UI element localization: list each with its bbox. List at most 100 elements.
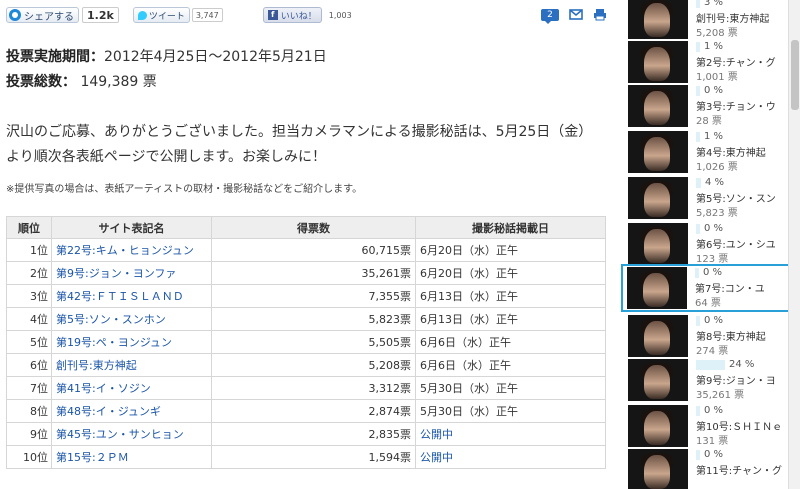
- cover-thumbnail[interactable]: [628, 0, 688, 39]
- sidebar-cover-item[interactable]: 1 % 第4号:東方神起 1,026 票: [624, 130, 800, 174]
- vote-percentage: 0 %: [696, 315, 723, 326]
- votes-cell: 2,874票: [211, 399, 416, 423]
- cover-title-link[interactable]: 第41号:イ・ソジン: [56, 382, 151, 395]
- date-cell: 6月13日（水）正午: [415, 307, 606, 331]
- title-cell: 創刊号:東方神起: [51, 353, 212, 377]
- cover-votes: 274 票: [696, 346, 729, 357]
- comment-count-badge[interactable]: 2: [541, 8, 559, 24]
- tweet-button[interactable]: ツイート: [132, 7, 190, 23]
- share-count: 1.2k: [82, 7, 119, 23]
- rank-cell: 7位: [6, 376, 52, 400]
- sidebar-cover-item[interactable]: 0 % 第10号:ＳＨＩＮｅ 131 票: [624, 404, 800, 448]
- title-cell: 第9号:ジョン・ヨンファ: [51, 261, 212, 285]
- table-row: 2位 第9号:ジョン・ヨンファ 35,261票 6月20日（水）正午: [6, 261, 606, 285]
- title-cell: 第15号:２ＰＭ: [51, 445, 212, 469]
- cover-thumbnail[interactable]: [628, 359, 688, 401]
- cover-thumbnail[interactable]: [628, 449, 688, 489]
- vote-percentage-bar: [696, 359, 725, 370]
- sidebar-cover-item[interactable]: 0 % 第6号:ユン・シユ 123 票: [624, 222, 800, 266]
- cover-thumbnail[interactable]: [628, 131, 688, 173]
- thumbnail-portrait: [644, 455, 670, 489]
- sidebar-cover-item[interactable]: 0 % 第7号:コン・ユ 64 票: [621, 264, 797, 312]
- thumbnail-portrait: [644, 183, 670, 217]
- scrollbar-thumb[interactable]: [791, 40, 799, 110]
- sidebar-cover-item[interactable]: 24 % 第9号:ジョン・ヨ 35,261 票: [624, 358, 800, 402]
- cover-thumbnail[interactable]: [628, 177, 688, 219]
- thumbnail-portrait: [644, 229, 670, 263]
- vote-percentage: 24 %: [696, 359, 754, 370]
- cover-thumbnail[interactable]: [628, 315, 688, 357]
- cover-thumbnail[interactable]: [628, 85, 688, 127]
- vote-percentage: 1 %: [696, 131, 723, 142]
- cover-title-link[interactable]: 第22号:キム・ヒョンジュン: [56, 244, 194, 257]
- vote-percentage-text: 0 %: [704, 449, 724, 460]
- cover-title-link[interactable]: 第48号:イ・ジュンギ: [56, 405, 161, 418]
- votes-cell: 5,208票: [211, 353, 416, 377]
- cover-votes: 123 票: [696, 254, 729, 265]
- thumbnail-portrait: [644, 3, 670, 37]
- cover-thumbnail[interactable]: [627, 267, 687, 309]
- rank-cell: 9位: [6, 422, 52, 446]
- rank-cell: 5位: [6, 330, 52, 354]
- date-cell[interactable]: 公開中: [415, 445, 606, 469]
- table-row: 3位 第42号:ＦＴＩＳＬＡＮＤ 7,355票 6月13日（水）正午: [6, 284, 606, 308]
- cover-title-link[interactable]: 第9号:ジョン・ヨンファ: [56, 267, 176, 280]
- cover-votes: 1,026 票: [696, 162, 738, 173]
- table-row: 7位 第41号:イ・ソジン 3,312票 5月30日（水）正午: [6, 376, 606, 400]
- cover-thumbnail[interactable]: [628, 41, 688, 83]
- votes-cell: 1,594票: [211, 445, 416, 469]
- thumbnail-portrait: [644, 321, 670, 355]
- sidebar-cover-item[interactable]: 0 % 第3号:チョン・ウ 28 票: [624, 84, 800, 128]
- cover-votes: 131 票: [696, 436, 729, 447]
- tweet-count: 3,747: [191, 8, 223, 22]
- thumbnail-portrait: [644, 137, 670, 171]
- voting-period-value: 2012年4月25日～2012年5月21日: [104, 49, 327, 65]
- table-row: 8位 第48号:イ・ジュンギ 2,874票 5月30日（水）正午: [6, 399, 606, 423]
- title-cell: 第41号:イ・ソジン: [51, 376, 212, 400]
- cover-thumbnail[interactable]: [628, 223, 688, 265]
- cover-thumbnail[interactable]: [628, 405, 688, 447]
- voting-period-label: 投票実施期間：: [6, 49, 104, 65]
- mail-icon[interactable]: [569, 8, 583, 21]
- sidebar-cover-item[interactable]: 0 % 第11号:チャン・グ: [624, 448, 800, 489]
- cover-title-link[interactable]: 第42号:ＦＴＩＳＬＡＮＤ: [56, 290, 184, 303]
- sidebar-cover-item[interactable]: 4 % 第5号:ソン・スン 5,823 票: [624, 176, 800, 220]
- date-cell[interactable]: 公開中: [415, 422, 606, 446]
- sidebar-cover-item[interactable]: 1 % 第2号:チャン・グ 1,001 票: [624, 40, 800, 84]
- print-icon[interactable]: [593, 8, 607, 21]
- cover-title-link[interactable]: 第19号:ペ・ヨンジュン: [56, 336, 172, 349]
- vote-percentage: 0 %: [696, 85, 723, 96]
- date-cell: 6月13日（水）正午: [415, 284, 606, 308]
- vote-percentage-bar: [696, 315, 700, 326]
- header-votes: 得票数: [211, 216, 416, 239]
- total-votes-value: 149,389 票: [76, 74, 157, 90]
- cover-title-link[interactable]: 創刊号:東方神起: [56, 359, 137, 372]
- vote-percentage-text: 24 %: [729, 359, 755, 370]
- vote-percentage-text: 0 %: [703, 267, 723, 278]
- cover-title: 第9号:ジョン・ヨ: [696, 376, 776, 387]
- voting-period: 投票実施期間：2012年4月25日～2012年5月21日: [6, 46, 327, 66]
- scrollbar[interactable]: [788, 0, 800, 489]
- vote-percentage: 0 %: [696, 449, 723, 460]
- cover-title-link[interactable]: 第5号:ソン・スンホン: [56, 313, 166, 326]
- title-cell: 第19号:ペ・ヨンジュン: [51, 330, 212, 354]
- rank-cell: 10位: [6, 445, 52, 469]
- rank-cell: 4位: [6, 307, 52, 331]
- vote-percentage-text: 0 %: [704, 85, 724, 96]
- facebook-like-button[interactable]: f いいね！: [262, 7, 322, 23]
- sidebar-cover-item[interactable]: 0 % 第8号:東方神起 274 票: [624, 314, 800, 358]
- vote-percentage-bar: [696, 449, 700, 460]
- cover-title-link[interactable]: 第15号:２ＰＭ: [56, 451, 129, 464]
- header-rank: 順位: [6, 216, 52, 239]
- sidebar-cover-item[interactable]: 3 % 創刊号:東方神起 5,208 票: [624, 0, 800, 40]
- cover-title-link[interactable]: 第45号:ユン・サンヒョン: [56, 428, 184, 441]
- title-cell: 第48号:イ・ジュンギ: [51, 399, 212, 423]
- thumbnail-portrait: [644, 411, 670, 445]
- cover-votes: 5,208 票: [696, 28, 738, 39]
- vote-percentage-text: 3 %: [704, 0, 724, 8]
- share-button[interactable]: シェアする: [6, 7, 79, 23]
- share-toolbar: シェアする 1.2k ツイート 3,747 f いいね！ 1,003: [6, 6, 355, 24]
- title-cell: 第22号:キム・ヒョンジュン: [51, 238, 212, 262]
- cover-votes: 28 票: [696, 116, 722, 127]
- thumbnail-portrait: [644, 91, 670, 125]
